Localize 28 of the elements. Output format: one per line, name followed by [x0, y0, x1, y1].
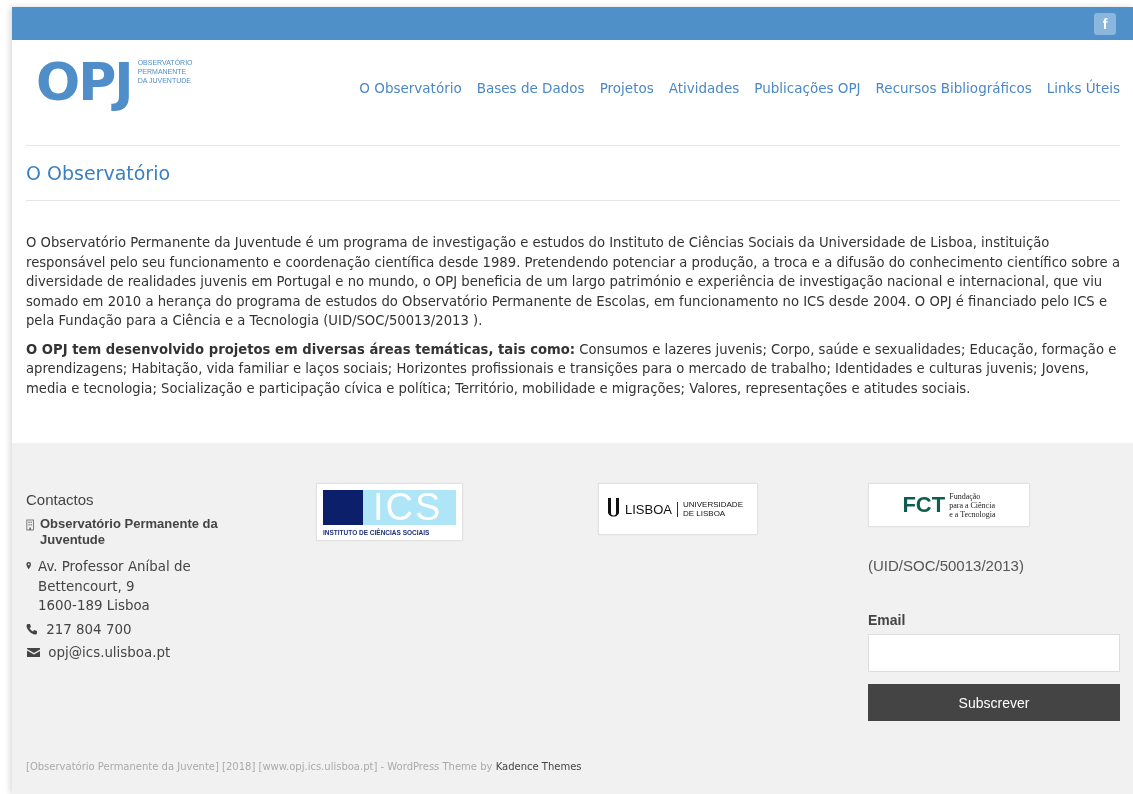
paragraph: O OPJ tem desenvolvido projetos em diversas áreas temáticas, tais como: Consumos e lazeres juvenis; Corpo, saúde e sexualidades; Educação, formação e aprendizagens; Habitação, vida familiar e laços sociais; Horizontes profissionais e transições para o mercado de trabalho; Identidades e culturas juvenis; Jovens, media e tecnologia; Socialização e participação cívica e política; Território, mobilidade e migrações; Valores, representações e atitudes sociais.	[26, 340, 1118, 398]
address: Av. Professor Aníbal de Bettencourt, 9 1600-189 Lisboa	[38, 558, 191, 615]
subscribe-button[interactable]: Subscrever	[868, 684, 1120, 721]
nav-link[interactable]: O Observatório	[359, 80, 462, 96]
funding-code: (UID/SOC/50013/2013)	[868, 557, 1024, 574]
map-pin-icon	[26, 560, 34, 572]
nav-link[interactable]: Atividades	[668, 80, 740, 96]
nav-link[interactable]: Publicações OPJ	[754, 80, 861, 96]
contacts-heading: Contactos	[26, 491, 94, 508]
university-logo: LISBOA UNIVERSIDADE DE LISBOA	[598, 483, 758, 535]
nav-link[interactable]: Recursos Bibliográficos	[875, 80, 1032, 96]
facebook-button[interactable]: f	[1094, 12, 1116, 35]
u-emblem-icon	[607, 498, 620, 520]
phone-number: 217 804 700	[45, 620, 132, 639]
theme-link[interactable]: Kadence Themes	[495, 761, 582, 772]
paragraph: O Observatório Permanente da Juventude é um programa de investigação e estudos do Instituto de Ciências Sociais da Universidade de Lisboa, instituição responsável pelo seu funcionamento e coordenação científica desde 1989. Pretendendo potenciar a produção, a troca e a difusão do conhecimento científico sobre a diversidade de realidades juvenis em Portugal e no mundo, o OPJ beneficia de um largo património e experiência de investigação nacional e internacional, que viu somado em 2010 a herança do programa de estudos do Observatório Permanente de Escolas, em funcionamento no ICS desde 2004. O OPJ é financiado pelo ICS e pela Fundação para a Ciência e a Tecnologia (UID/SOC/50013/2013 ).	[26, 234, 1120, 330]
email-field[interactable]	[868, 634, 1120, 672]
email-address: opj@ics.ulisboa.pt	[47, 644, 171, 662]
phone-icon	[26, 622, 38, 635]
email-label: Email	[868, 612, 906, 628]
nav-link[interactable]: Projetos	[599, 80, 654, 96]
building-icon	[26, 519, 36, 531]
nav-link[interactable]: Bases de Dados	[476, 80, 585, 96]
credits-text: [Observatório Permanente da Juvente] [2018] [www.opj.ics.ulisboa.pt] - WordPress Theme by Kadence Themes	[26, 761, 583, 774]
page-title: O Observatório	[26, 146, 1120, 201]
envelope-icon	[26, 646, 40, 658]
nav-link[interactable]: Links Úteis	[1046, 80, 1120, 96]
organization-name: Observatório Permanente da Juventude	[40, 516, 219, 548]
